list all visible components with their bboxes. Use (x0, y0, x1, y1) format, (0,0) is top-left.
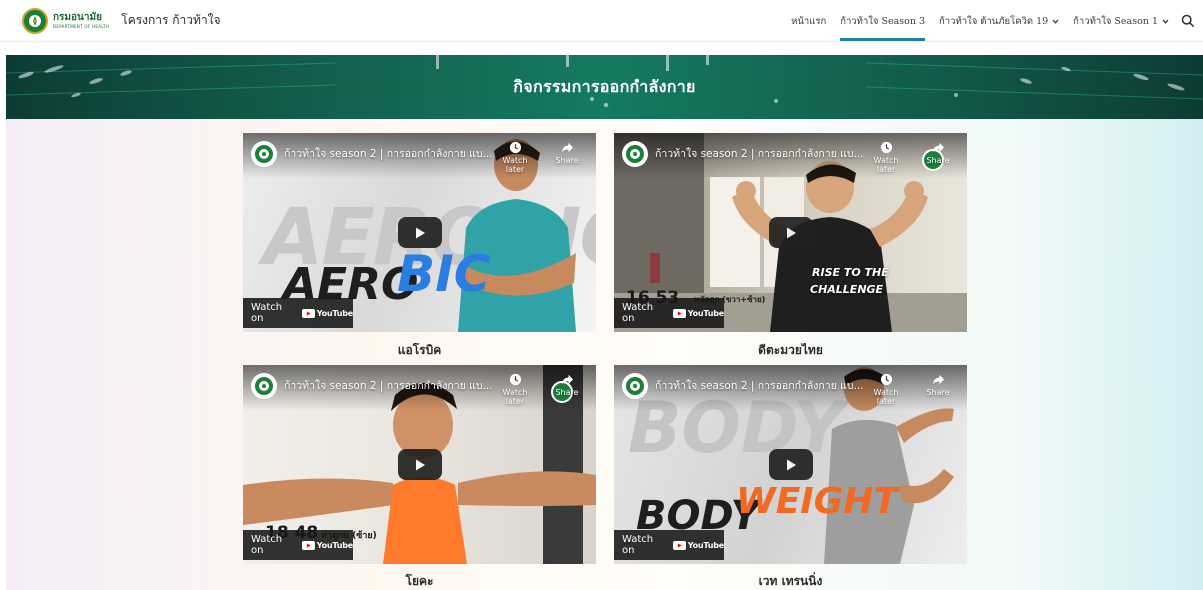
youtube-label: YouTube (687, 540, 724, 550)
main-nav: หน้าแรก ก้าวท้าใจ Season 3 ก้าวท้าใจ ต้า… (777, 0, 1203, 42)
video-caption-muay-thai: ดีตะมวยไทย (758, 343, 823, 357)
youtube-label: YouTube (687, 308, 724, 318)
watch-on-youtube-button[interactable]: Watch on YouTube (243, 530, 353, 560)
play-icon (416, 227, 425, 238)
watch-later-label: Watch later (873, 388, 899, 406)
shirt-text-rise: RISE TO THE (812, 266, 889, 279)
watch-on-youtube-button[interactable]: Watch on YouTube (614, 298, 724, 328)
watch-on-label: Watch on (622, 534, 654, 556)
youtube-logo-icon: YouTube (301, 308, 353, 318)
watch-later-label: Watch later (502, 388, 528, 406)
play-button[interactable] (398, 449, 442, 480)
hero-title: กิจกรรมการออกกำลังกาย (513, 77, 696, 96)
thumbnail-text-bic: BIC (397, 245, 491, 303)
watch-later-label: Watch later (502, 156, 528, 174)
watch-on-label: Watch on (251, 534, 283, 556)
watch-later-button[interactable]: Watch later (864, 141, 908, 174)
thumbnail-text-weight: WEIGHT (736, 481, 898, 522)
logo-subtext: DEPARTMENT OF HEALTH (53, 23, 110, 29)
nav-covid-19-label: ก้าวท้าใจ ต้านภัยโควิด 19 (939, 15, 1049, 27)
video-aerobic[interactable]: AEROBIC AERO BIC ก้าวท้าใจ season 2 | กา… (243, 133, 596, 332)
watch-later-button[interactable]: Watch later (493, 373, 537, 406)
watch-on-youtube-button[interactable]: Watch on YouTube (614, 530, 724, 560)
share-icon (561, 142, 573, 153)
share-button[interactable]: Share (916, 373, 960, 397)
play-icon (787, 459, 796, 470)
youtube-logo-icon: YouTube (672, 308, 724, 318)
share-icon (561, 374, 573, 385)
play-icon (416, 459, 425, 470)
watch-later-button[interactable]: Watch later (493, 141, 537, 174)
video-yoga[interactable]: 18 48 ท่าดูกบ (ซ้าย) ก้าวท้าใจ season 2 … (243, 365, 596, 564)
video-title[interactable]: ก้าวท้าใจ season 2 | การออกกำลังกาย แบ..… (655, 377, 865, 394)
video-title[interactable]: ก้าวท้าใจ season 2 | การออกกำลังกาย แบ..… (655, 145, 865, 162)
nav-home[interactable]: หน้าแรก (791, 0, 826, 42)
watch-on-label: Watch on (251, 302, 283, 324)
clock-icon (509, 141, 521, 154)
site-title[interactable]: โครงการ ก้าวท้าใจ (121, 11, 220, 30)
main-background (6, 119, 1203, 590)
youtube-label: YouTube (316, 308, 353, 318)
video-caption-yoga: โยคะ (405, 574, 434, 588)
video-title[interactable]: ก้าวท้าใจ season 2 | การออกกำลังกาย แบ..… (284, 145, 494, 162)
video-muay-thai[interactable]: RISE TO THE CHALLENGE 16 53 หมัดฮุก (ขวา… (614, 133, 967, 332)
site-header: กรมอนามัย DEPARTMENT OF HEALTH โครงการ ก… (0, 0, 1203, 42)
chevron-down-icon (1052, 19, 1059, 24)
watch-on-youtube-button[interactable]: Watch on YouTube (243, 298, 353, 328)
watch-later-button[interactable]: Watch later (864, 373, 908, 406)
shirt-text-challenge: CHALLENGE (810, 283, 884, 296)
logo-text: กรมอนามัย (53, 11, 102, 23)
play-icon (787, 227, 796, 238)
nav-season-3-label: ก้าวท้าใจ Season 3 (840, 15, 926, 27)
clock-icon (880, 373, 892, 386)
channel-avatar[interactable] (622, 373, 648, 399)
nav-season-3[interactable]: ก้าวท้าใจ Season 3 (840, 0, 925, 42)
search-icon[interactable] (1181, 14, 1195, 28)
channel-avatar[interactable] (622, 141, 648, 167)
video-weight-training[interactable]: BODY BODY WEIGHT ก้าวท้าใจ season 2 | กา… (614, 365, 967, 564)
nav-covid-19[interactable]: ก้าวท้าใจ ต้านภัยโควิด 19 (939, 0, 1059, 42)
nav-season-1-label: ก้าวท้าใจ Season 1 (1073, 15, 1158, 27)
youtube-logo-icon: YouTube (301, 540, 353, 550)
share-label: Share (555, 156, 579, 165)
site-logo[interactable]: กรมอนามัย DEPARTMENT OF HEALTH (22, 7, 110, 34)
share-icon (932, 142, 944, 153)
video-caption-aerobic: แอโรบิค (397, 343, 442, 357)
video-title[interactable]: ก้าวท้าใจ season 2 | การออกกำลังกาย แบ..… (284, 377, 494, 394)
chevron-down-icon (1162, 19, 1169, 24)
play-button[interactable] (398, 217, 442, 248)
video-caption-weight-training: เวท เทรนนิ่ง (758, 574, 823, 588)
hero-banner: กิจกรรมการออกกำลังกาย (6, 55, 1203, 119)
clock-icon (509, 373, 521, 386)
share-label: Share (926, 388, 950, 397)
watch-later-label: Watch later (873, 156, 899, 174)
nav-home-label: หน้าแรก (791, 15, 827, 27)
nav-season-1[interactable]: ก้าวท้าใจ Season 1 (1073, 0, 1169, 42)
share-icon (932, 374, 944, 385)
youtube-label: YouTube (316, 540, 353, 550)
clock-icon (880, 141, 892, 154)
share-button[interactable]: Share (916, 141, 960, 165)
share-button[interactable]: Share (545, 373, 589, 397)
share-label: Share (555, 388, 579, 397)
youtube-logo-icon: YouTube (672, 540, 724, 550)
share-button[interactable]: Share (545, 141, 589, 165)
play-button[interactable] (769, 217, 813, 248)
channel-avatar[interactable] (251, 373, 277, 399)
share-label: Share (926, 156, 950, 165)
watch-on-label: Watch on (622, 302, 654, 324)
channel-avatar[interactable] (251, 141, 277, 167)
play-button[interactable] (769, 449, 813, 480)
department-seal-icon (22, 7, 48, 34)
